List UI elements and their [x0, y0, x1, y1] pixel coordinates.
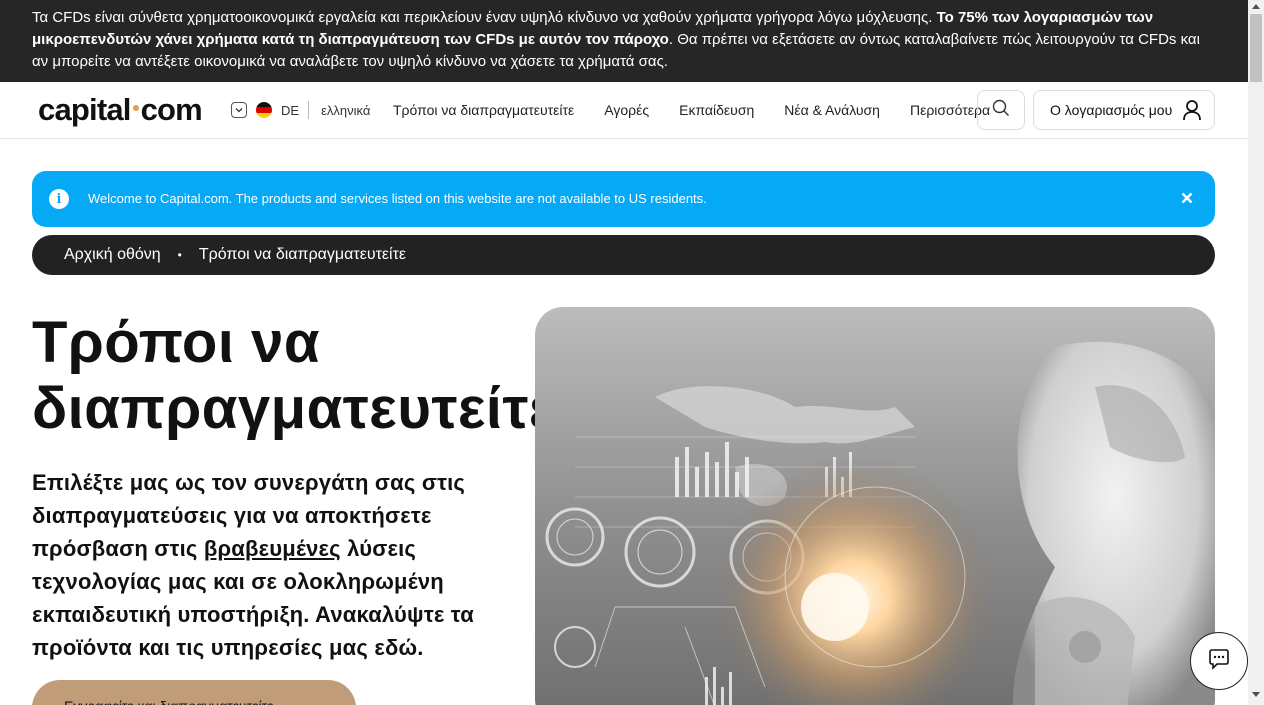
capital-com-logo[interactable]: capital com [38, 92, 203, 128]
breadcrumb-separator: • [177, 248, 182, 262]
search-icon [992, 99, 1010, 122]
search-button[interactable] [977, 90, 1025, 130]
logo-text-right: com [140, 92, 203, 127]
language-label[interactable]: ελληνικά [321, 103, 370, 118]
hero-description: Επιλέξτε μας ως τον συνεργάτη σας στις δ… [32, 466, 522, 664]
nav-item-ways-to-trade[interactable]: Τρόποι να διαπραγματευτείτε [393, 102, 574, 118]
site-header: capital com DE ελληνικά Τρόποι να διαπραγ… [0, 82, 1248, 139]
my-account-button[interactable]: Ο λογαριασμός μου [1033, 90, 1215, 130]
page-title: Τρόποι να διαπραγματευτείτε [32, 310, 535, 450]
award-winning-link[interactable]: βραβευμένες [204, 536, 341, 561]
my-account-label: Ο λογαριασμός μου [1050, 102, 1173, 118]
page-title-line-1: Τρόποι να [32, 310, 320, 375]
language-selector[interactable]: DE ελληνικά [231, 100, 370, 120]
hero-image [535, 307, 1215, 705]
region-code[interactable]: DE [281, 103, 299, 118]
divider [308, 101, 310, 119]
page-title-line-2: διαπραγματευτείτε [32, 376, 535, 441]
germany-flag-icon [256, 102, 272, 118]
scrollbar-thumb[interactable] [1250, 14, 1262, 82]
risk-warning-text: Τα CFDs είναι σύνθετα χρηματοοικονομικά … [32, 9, 937, 26]
logo-dot [132, 105, 139, 112]
info-icon: i [49, 189, 69, 209]
scroll-down-icon[interactable] [1252, 692, 1260, 697]
breadcrumb-current: Τρόποι να διαπραγματευτείτε [198, 246, 407, 263]
breadcrumb: Αρχική οθόνη • Τρόποι να διαπραγματευτεί… [32, 235, 1215, 275]
page-scrollbar[interactable] [1248, 0, 1264, 705]
logo-text-left: capital [38, 92, 131, 127]
breadcrumb-home[interactable]: Αρχική οθόνη [64, 246, 161, 264]
chevron-down-icon[interactable] [231, 102, 247, 118]
us-residents-notice: i Welcome to Capital.com. The products a… [32, 171, 1215, 227]
nav-item-education[interactable]: Εκπαίδευση [679, 102, 754, 118]
chat-button[interactable] [1190, 632, 1248, 690]
close-icon[interactable] [1178, 188, 1196, 208]
nav-item-news-analysis[interactable]: Νέα & Ανάλυση [784, 102, 880, 118]
user-icon [1182, 99, 1202, 121]
main-nav: Τρόποι να διαπραγματευτείτε Αγορές Εκπαί… [393, 102, 1020, 118]
notice-message: Welcome to Capital.com. The products and… [88, 191, 707, 206]
sign-up-and-trade-button[interactable]: Εγγραφείτε και διαπραγματευτείτε [32, 680, 356, 705]
scroll-up-icon[interactable] [1252, 4, 1260, 9]
chat-icon [1207, 647, 1231, 676]
nav-item-markets[interactable]: Αγορές [604, 102, 649, 118]
risk-warning-banner: Τα CFDs είναι σύνθετα χρηματοοικονομικά … [0, 0, 1248, 82]
